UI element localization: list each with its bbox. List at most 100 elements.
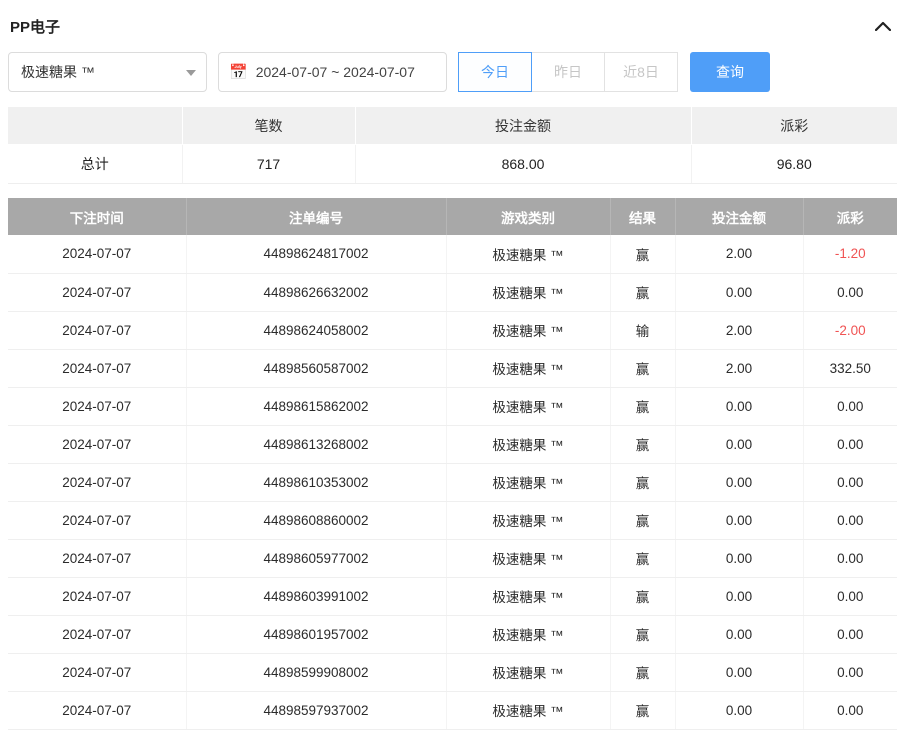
game-type-cell: 极速糖果 ™: [446, 387, 610, 425]
game-type-cell: 极速糖果 ™: [446, 691, 610, 729]
col-result: 结果: [610, 198, 675, 235]
page-title: PP电子: [10, 16, 60, 37]
summary-col-payout: 派彩: [691, 107, 897, 145]
table-row: 2024-07-0744898626632002极速糖果 ™赢0.000.00: [8, 273, 897, 311]
bet-amount-cell: 0.00: [675, 425, 803, 463]
chevron-down-icon: [186, 70, 196, 76]
bets-table: 下注时间 注单编号 游戏类别 结果 投注金额 派彩 2024-07-074489…: [8, 198, 897, 730]
payout-cell: 0.00: [803, 387, 897, 425]
bet-time-cell: 2024-07-07: [8, 615, 186, 653]
game-select-value: 极速糖果 ™: [21, 62, 95, 82]
col-bet-amount: 投注金额: [675, 198, 803, 235]
game-type-cell: 极速糖果 ™: [446, 653, 610, 691]
order-number-cell: 44898615862002: [186, 387, 446, 425]
calendar-icon: 📅: [229, 65, 248, 80]
bet-time-cell: 2024-07-07: [8, 425, 186, 463]
result-cell: 赢: [610, 273, 675, 311]
bet-time-cell: 2024-07-07: [8, 463, 186, 501]
summary-total-bet-amount: 868.00: [355, 145, 691, 184]
result-cell: 赢: [610, 463, 675, 501]
result-cell: 赢: [610, 501, 675, 539]
summary-total-payout: 96.80: [691, 145, 897, 184]
bet-time-cell: 2024-07-07: [8, 387, 186, 425]
result-cell: 赢: [610, 387, 675, 425]
game-select[interactable]: 极速糖果 ™: [8, 52, 207, 92]
bet-amount-cell: 0.00: [675, 653, 803, 691]
game-type-cell: 极速糖果 ™: [446, 539, 610, 577]
result-cell: 赢: [610, 349, 675, 387]
bet-time-cell: 2024-07-07: [8, 501, 186, 539]
summary-total-label: 总计: [8, 145, 182, 184]
today-button[interactable]: 今日: [458, 52, 532, 92]
payout-cell: 0.00: [803, 653, 897, 691]
date-range-input[interactable]: 📅 2024-07-07 ~ 2024-07-07: [218, 52, 447, 92]
chevron-up-icon: [875, 19, 891, 34]
table-row: 2024-07-0744898624817002极速糖果 ™赢2.00-1.20: [8, 235, 897, 273]
result-cell: 赢: [610, 425, 675, 463]
yesterday-button[interactable]: 昨日: [531, 52, 605, 92]
table-row: 2024-07-0744898608860002极速糖果 ™赢0.000.00: [8, 501, 897, 539]
bet-amount-cell: 2.00: [675, 235, 803, 273]
result-cell: 赢: [610, 615, 675, 653]
summary-total-row: 总计 717 868.00 96.80: [8, 145, 897, 184]
game-type-cell: 极速糖果 ™: [446, 615, 610, 653]
table-row: 2024-07-0744898610353002极速糖果 ™赢0.000.00: [8, 463, 897, 501]
bet-amount-cell: 2.00: [675, 349, 803, 387]
payout-cell: 332.50: [803, 349, 897, 387]
order-number-cell: 44898603991002: [186, 577, 446, 615]
bet-time-cell: 2024-07-07: [8, 273, 186, 311]
col-game-type: 游戏类别: [446, 198, 610, 235]
summary-header-row: 笔数 投注金额 派彩: [8, 107, 897, 145]
collapse-button[interactable]: [871, 14, 895, 38]
game-type-cell: 极速糖果 ™: [446, 349, 610, 387]
table-row: 2024-07-0744898624058002极速糖果 ™输2.00-2.00: [8, 311, 897, 349]
bet-amount-cell: 0.00: [675, 387, 803, 425]
payout-cell: 0.00: [803, 425, 897, 463]
table-row: 2024-07-0744898597937002极速糖果 ™赢0.000.00: [8, 691, 897, 729]
summary-col-count: 笔数: [182, 107, 355, 145]
game-type-cell: 极速糖果 ™: [446, 425, 610, 463]
col-order-number: 注单编号: [186, 198, 446, 235]
order-number-cell: 44898610353002: [186, 463, 446, 501]
summary-col-blank: [8, 107, 182, 145]
result-cell: 赢: [610, 691, 675, 729]
bet-time-cell: 2024-07-07: [8, 539, 186, 577]
payout-cell: 0.00: [803, 691, 897, 729]
bet-time-cell: 2024-07-07: [8, 577, 186, 615]
query-button[interactable]: 查询: [690, 52, 770, 92]
order-number-cell: 44898626632002: [186, 273, 446, 311]
payout-cell: 0.00: [803, 577, 897, 615]
last-8-days-button[interactable]: 近8日: [604, 52, 678, 92]
order-number-cell: 44898597937002: [186, 691, 446, 729]
bet-amount-cell: 0.00: [675, 691, 803, 729]
summary-table: 笔数 投注金额 派彩 总计 717 868.00 96.80: [8, 106, 897, 184]
bet-amount-cell: 2.00: [675, 311, 803, 349]
result-cell: 赢: [610, 539, 675, 577]
quick-date-buttons: 今日 昨日 近8日: [458, 52, 678, 92]
table-row: 2024-07-0744898613268002极速糖果 ™赢0.000.00: [8, 425, 897, 463]
payout-cell: -1.20: [803, 235, 897, 273]
bet-amount-cell: 0.00: [675, 577, 803, 615]
result-cell: 输: [610, 311, 675, 349]
result-cell: 赢: [610, 577, 675, 615]
bet-time-cell: 2024-07-07: [8, 311, 186, 349]
table-row: 2024-07-0744898601957002极速糖果 ™赢0.000.00: [8, 615, 897, 653]
bets-header-row: 下注时间 注单编号 游戏类别 结果 投注金额 派彩: [8, 198, 897, 235]
col-bet-time: 下注时间: [8, 198, 186, 235]
order-number-cell: 44898605977002: [186, 539, 446, 577]
payout-cell: -2.00: [803, 311, 897, 349]
panel-header: PP电子: [8, 8, 897, 44]
game-type-cell: 极速糖果 ™: [446, 273, 610, 311]
result-cell: 赢: [610, 653, 675, 691]
bet-time-cell: 2024-07-07: [8, 235, 186, 273]
summary-total-count: 717: [182, 145, 355, 184]
bet-time-cell: 2024-07-07: [8, 691, 186, 729]
game-type-cell: 极速糖果 ™: [446, 501, 610, 539]
payout-cell: 0.00: [803, 501, 897, 539]
order-number-cell: 44898601957002: [186, 615, 446, 653]
order-number-cell: 44898608860002: [186, 501, 446, 539]
table-row: 2024-07-0744898605977002极速糖果 ™赢0.000.00: [8, 539, 897, 577]
bet-amount-cell: 0.00: [675, 273, 803, 311]
bet-amount-cell: 0.00: [675, 501, 803, 539]
bet-time-cell: 2024-07-07: [8, 349, 186, 387]
